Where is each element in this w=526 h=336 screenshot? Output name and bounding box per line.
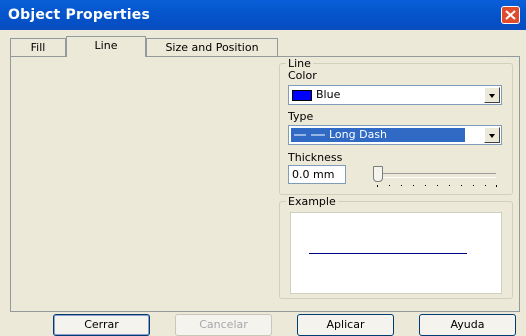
help-button[interactable]: Ayuda [419, 314, 516, 336]
slider-thumb[interactable] [373, 166, 383, 182]
type-value: Long Dash [329, 128, 388, 141]
close-button-label: Cerrar [84, 318, 119, 331]
thickness-value: 0.0 mm [292, 168, 335, 181]
cancel-button[interactable]: Cancelar [175, 314, 272, 336]
type-selection-highlight: Long Dash [291, 128, 465, 142]
color-dropdown-arrow[interactable] [484, 87, 500, 103]
title-bar: Object Properties [0, 0, 526, 30]
help-button-label: Ayuda [450, 318, 485, 331]
type-dropdown-arrow[interactable] [484, 127, 500, 143]
window-title: Object Properties [8, 7, 151, 23]
example-preview [290, 212, 502, 294]
apply-button-label: Aplicar [326, 318, 365, 331]
tab-fill-label: Fill [30, 41, 46, 54]
tab-line-label: Line [94, 39, 118, 52]
long-dash-icon [294, 134, 325, 136]
thickness-slider[interactable] [372, 164, 502, 188]
apply-button[interactable]: Aplicar [297, 314, 394, 336]
color-label: Color [288, 69, 317, 82]
color-value: Blue [316, 88, 341, 101]
close-window-button[interactable] [501, 6, 520, 24]
thickness-input[interactable]: 0.0 mm [288, 165, 346, 184]
line-groupbox: Line Color Blue Type Long Dash Thickness… [279, 57, 513, 195]
type-label: Type [288, 110, 314, 123]
type-select[interactable]: Long Dash [288, 125, 502, 145]
example-group-legend: Example [286, 195, 338, 208]
example-groupbox: Example [279, 195, 513, 299]
slider-ticks [377, 185, 497, 187]
cancel-button-label: Cancelar [199, 318, 248, 331]
tab-fill[interactable]: Fill [10, 38, 66, 56]
close-button[interactable]: Cerrar [53, 314, 150, 336]
color-select[interactable]: Blue [288, 85, 502, 105]
tab-size-position-label: Size and Position [165, 41, 259, 54]
example-line [309, 253, 467, 254]
thickness-label: Thickness [288, 151, 343, 164]
color-swatch [292, 90, 312, 101]
tab-line[interactable]: Line [66, 36, 146, 57]
tab-panel: Line Color Blue Type Long Dash Thickness… [10, 56, 520, 312]
close-icon [505, 10, 516, 20]
slider-track [376, 173, 496, 178]
tab-size-and-position[interactable]: Size and Position [146, 38, 278, 56]
